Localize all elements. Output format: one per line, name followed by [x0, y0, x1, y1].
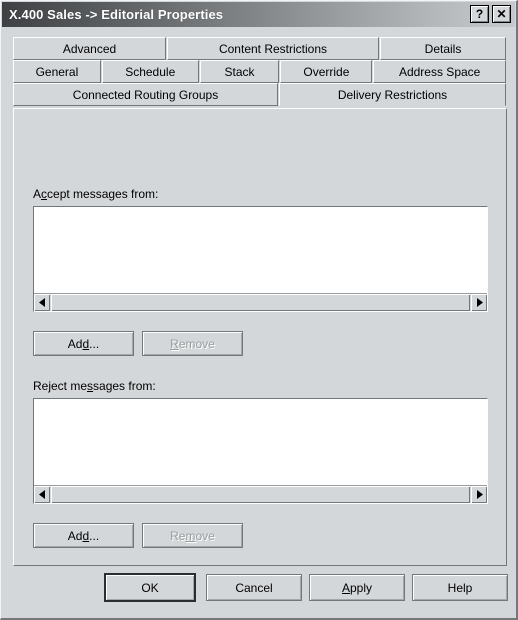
- accept-messages-list-area[interactable]: [34, 207, 487, 294]
- close-icon[interactable]: ✕: [492, 5, 511, 23]
- accelerator-char: d: [82, 336, 90, 351]
- apply-button[interactable]: Apply: [309, 574, 405, 601]
- accept-add-button[interactable]: Ad d...: [33, 331, 134, 356]
- tab-details[interactable]: Details: [380, 37, 506, 60]
- tab-delivery-restrictions[interactable]: Delivery Restrictions: [279, 83, 506, 106]
- tab-label: Schedule: [125, 64, 176, 79]
- label-part: emove: [178, 336, 215, 351]
- left-arrow-icon[interactable]: [34, 486, 50, 503]
- title-bar-buttons: ? ✕: [470, 5, 511, 23]
- tab-connected-routing-groups[interactable]: Connected Routing Groups: [13, 83, 278, 106]
- label-part: Ad: [67, 528, 83, 543]
- accept-messages-hscrollbar[interactable]: [34, 293, 487, 311]
- right-arrow-icon[interactable]: [471, 486, 487, 503]
- window-title: X.400 Sales -> Editorial Properties: [9, 7, 224, 22]
- tab-label: Details: [424, 41, 462, 56]
- accept-remove-button[interactable]: Remove: [142, 331, 243, 356]
- reject-messages-listbox[interactable]: [33, 398, 488, 504]
- tab-address-space[interactable]: Address Space: [373, 60, 507, 83]
- label-part: ove: [195, 528, 215, 543]
- tab-label: Address Space: [398, 64, 481, 79]
- tab-label: Override: [303, 64, 350, 79]
- tab-row-1: Advanced Content Restrictions Details: [13, 37, 507, 60]
- tab-strip: Advanced Content Restrictions Details Ge…: [13, 37, 507, 106]
- delivery-restrictions-panel: Accept messages from: Ad d... Remove Reje…: [13, 108, 507, 566]
- tab-schedule[interactable]: Schedule: [101, 60, 199, 83]
- accept-messages-label: Accept messages from:: [33, 187, 158, 201]
- reject-remove-button[interactable]: Re m ove: [142, 523, 243, 548]
- properties-dialog-window: X.400 Sales -> Editorial Properties ? ✕ …: [0, 0, 518, 620]
- label-part: A: [33, 187, 42, 201]
- title-bar[interactable]: X.400 Sales -> Editorial Properties ? ✕: [2, 2, 515, 27]
- label-part: Re: [170, 528, 186, 543]
- accelerator-char: R: [170, 336, 179, 351]
- left-arrow-icon[interactable]: [34, 294, 50, 311]
- tab-label: General: [35, 64, 79, 79]
- tab-content-restrictions[interactable]: Content Restrictions: [167, 37, 379, 60]
- help-button[interactable]: Help: [412, 574, 508, 601]
- tab-row-2: General Schedule Stack Override Address …: [13, 60, 507, 83]
- tab-label: Stack: [224, 64, 255, 79]
- accept-scroll-thumb[interactable]: [51, 294, 470, 311]
- reject-messages-hscrollbar[interactable]: [34, 485, 487, 503]
- label-part: ...: [89, 528, 100, 543]
- label-part: Reject me: [33, 379, 88, 393]
- label-part: sages from:: [93, 379, 156, 393]
- accelerator-char: A: [341, 580, 350, 595]
- tab-label: Delivery Restrictions: [337, 87, 448, 102]
- accelerator-char: m: [185, 528, 196, 543]
- reject-add-button[interactable]: Ad d...: [33, 523, 134, 548]
- label-part: Ad: [67, 336, 83, 351]
- reject-scroll-thumb[interactable]: [51, 486, 470, 503]
- tab-override[interactable]: Override: [280, 60, 373, 83]
- reject-messages-list-area[interactable]: [34, 399, 487, 486]
- tab-label: Advanced: [62, 41, 117, 56]
- tab-label: Connected Routing Groups: [72, 87, 219, 102]
- ok-button[interactable]: OK: [104, 573, 196, 602]
- label-part: pply: [350, 580, 373, 595]
- accelerator-char: d: [82, 528, 90, 543]
- help-icon[interactable]: ?: [470, 5, 489, 23]
- tab-row-3: Connected Routing Groups Delivery Restri…: [13, 83, 507, 106]
- cancel-button[interactable]: Cancel: [206, 574, 302, 601]
- tab-stack[interactable]: Stack: [199, 60, 280, 83]
- reject-messages-label: Reject messages from:: [33, 379, 156, 393]
- right-arrow-icon[interactable]: [471, 294, 487, 311]
- tab-advanced[interactable]: Advanced: [13, 37, 166, 60]
- label-part: cept messages from:: [47, 187, 159, 201]
- tab-general[interactable]: General: [13, 60, 101, 83]
- accept-messages-listbox[interactable]: [33, 206, 488, 312]
- label-part: ...: [89, 336, 100, 351]
- tab-label: Content Restrictions: [218, 41, 328, 56]
